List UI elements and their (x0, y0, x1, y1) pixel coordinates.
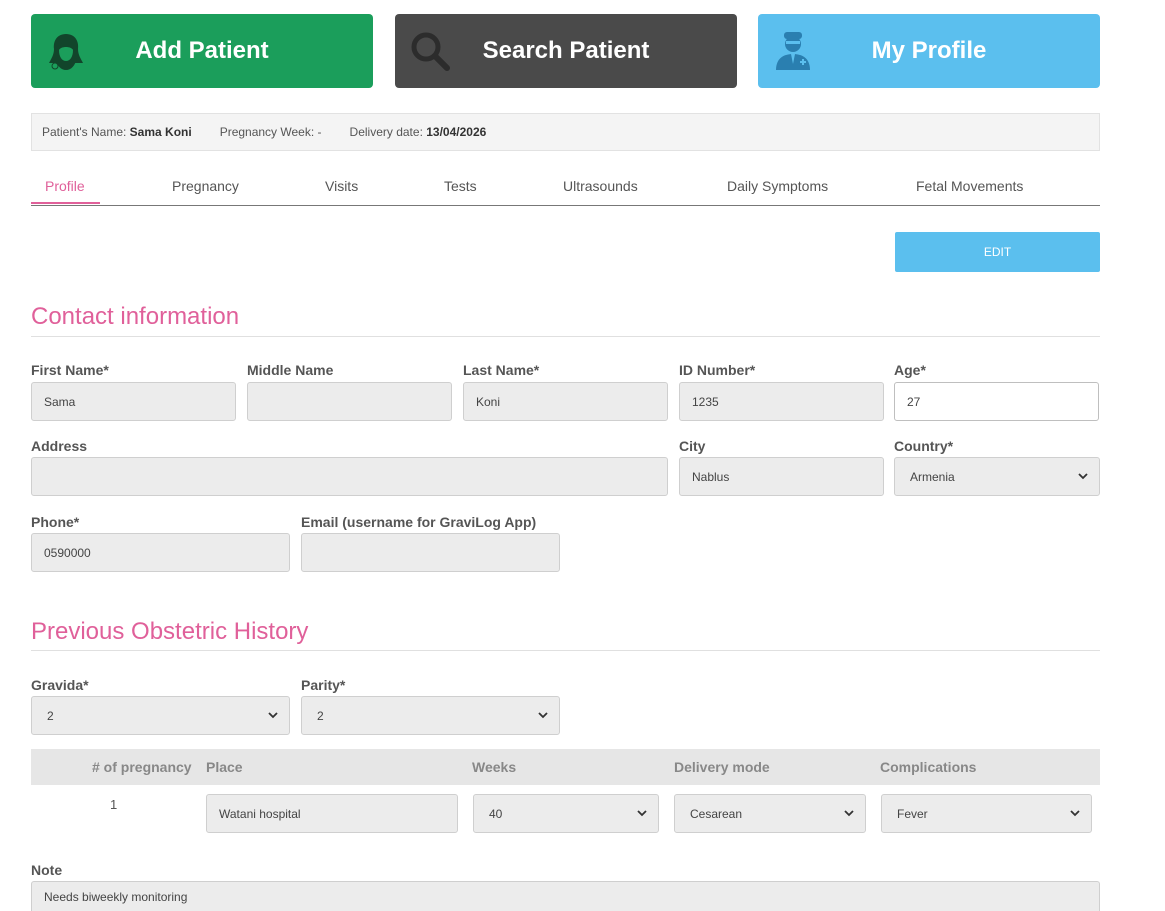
tab-pregnancy[interactable]: Pregnancy (172, 178, 239, 194)
search-patient-label: Search Patient (482, 37, 650, 64)
header-weeks: Weeks (472, 759, 517, 775)
age-label: Age* (894, 362, 926, 378)
weeks-select[interactable]: 40 (473, 794, 659, 833)
active-tab-indicator (31, 202, 100, 204)
gravida-label: Gravida* (31, 677, 89, 693)
parity-value: 2 (317, 708, 324, 723)
note-label: Note (31, 862, 63, 878)
country-label: Country* (894, 438, 954, 454)
edit-button[interactable]: EDIT (895, 232, 1100, 272)
header-num: # of pregnancy (92, 759, 192, 775)
place-field[interactable]: Watani hospital (206, 794, 458, 833)
city-field[interactable]: Nablus (679, 457, 884, 496)
pregnancy-week-value: - (317, 125, 322, 139)
middle-name-label: Middle Name (247, 362, 334, 378)
email-label: Email (username for GraviLog App) (301, 514, 537, 530)
delivery-date-info: Delivery date: 13/04/2026 (350, 125, 487, 139)
chevron-down-icon (1078, 473, 1088, 480)
delivery-date-label: Delivery date: (349, 125, 423, 139)
email-field[interactable] (301, 533, 560, 572)
my-profile-button[interactable]: My Profile (758, 14, 1100, 88)
pregnancy-table-header: # of pregnancy Place Weeks Delivery mode… (31, 749, 1100, 785)
parity-select[interactable]: 2 (301, 696, 560, 735)
chevron-down-icon (538, 712, 548, 719)
gravida-value: 2 (47, 708, 54, 723)
contact-section-title: Contact information (31, 303, 240, 330)
tab-fetal-movements[interactable]: Fetal Movements (916, 178, 1023, 194)
id-number-field[interactable]: 1235 (679, 382, 884, 421)
profile-tabs: Profile Pregnancy Visits Tests Ultrasoun… (31, 170, 1100, 206)
search-patient-button[interactable]: Search Patient (395, 14, 737, 88)
tab-daily-symptoms[interactable]: Daily Symptoms (727, 178, 828, 194)
phone-label: Phone* (31, 514, 80, 530)
first-name-field[interactable]: Sama (31, 382, 236, 421)
my-profile-label: My Profile (871, 37, 987, 64)
id-number-label: ID Number* (679, 362, 756, 378)
patient-name-label: Patient's Name: (42, 125, 127, 139)
phone-field[interactable]: 0590000 (31, 533, 290, 572)
tab-visits[interactable]: Visits (325, 178, 358, 194)
add-patient-label: Add Patient (135, 37, 269, 64)
doctor-icon (776, 32, 810, 70)
delivery-mode-select[interactable]: Cesarean (674, 794, 866, 833)
chevron-down-icon (844, 810, 854, 817)
header-place: Place (206, 759, 243, 775)
city-label: City (679, 438, 706, 454)
pregnancy-week-info: Pregnancy Week: - (220, 125, 322, 139)
chevron-down-icon (268, 712, 278, 719)
tab-ultrasounds[interactable]: Ultrasounds (563, 178, 638, 194)
patient-info-bar: Patient's Name: Sama Koni Pregnancy Week… (31, 113, 1100, 151)
pregnancy-week-label: Pregnancy Week: (219, 125, 315, 139)
gravida-select[interactable]: 2 (31, 696, 290, 735)
note-field[interactable]: Needs biweekly monitoring (31, 881, 1100, 911)
delivery-date-value: 13/04/2026 (426, 125, 487, 139)
header-delivery-mode: Delivery mode (674, 759, 770, 775)
last-name-field[interactable]: Koni (463, 382, 668, 421)
add-patient-button[interactable]: Add Patient (31, 14, 373, 88)
middle-name-field[interactable] (247, 382, 452, 421)
country-select[interactable]: Armenia (894, 457, 1100, 496)
obstetric-section-divider (31, 650, 1100, 651)
chevron-down-icon (637, 810, 647, 817)
last-name-label: Last Name* (463, 362, 540, 378)
patient-name-value: Sama Koni (129, 125, 192, 139)
complications-value: Fever (897, 806, 928, 821)
obstetric-section-title: Previous Obstetric History (31, 618, 309, 645)
contact-section-divider (31, 336, 1100, 337)
chevron-down-icon (1070, 810, 1080, 817)
row-number: 1 (110, 797, 118, 812)
age-field[interactable]: 27 (894, 382, 1099, 421)
tab-tests[interactable]: Tests (444, 178, 477, 194)
first-name-label: First Name* (31, 362, 109, 378)
tab-profile[interactable]: Profile (45, 178, 85, 194)
complications-select[interactable]: Fever (881, 794, 1092, 833)
header-complications: Complications (880, 759, 977, 775)
search-icon (411, 32, 450, 71)
delivery-mode-value: Cesarean (690, 806, 743, 821)
address-field[interactable] (31, 457, 668, 496)
parity-label: Parity* (301, 677, 346, 693)
patient-icon (49, 34, 83, 70)
country-value: Armenia (910, 469, 955, 484)
patient-name-info: Patient's Name: Sama Koni (42, 125, 192, 139)
weeks-value: 40 (489, 806, 503, 821)
address-label: Address (31, 438, 88, 454)
